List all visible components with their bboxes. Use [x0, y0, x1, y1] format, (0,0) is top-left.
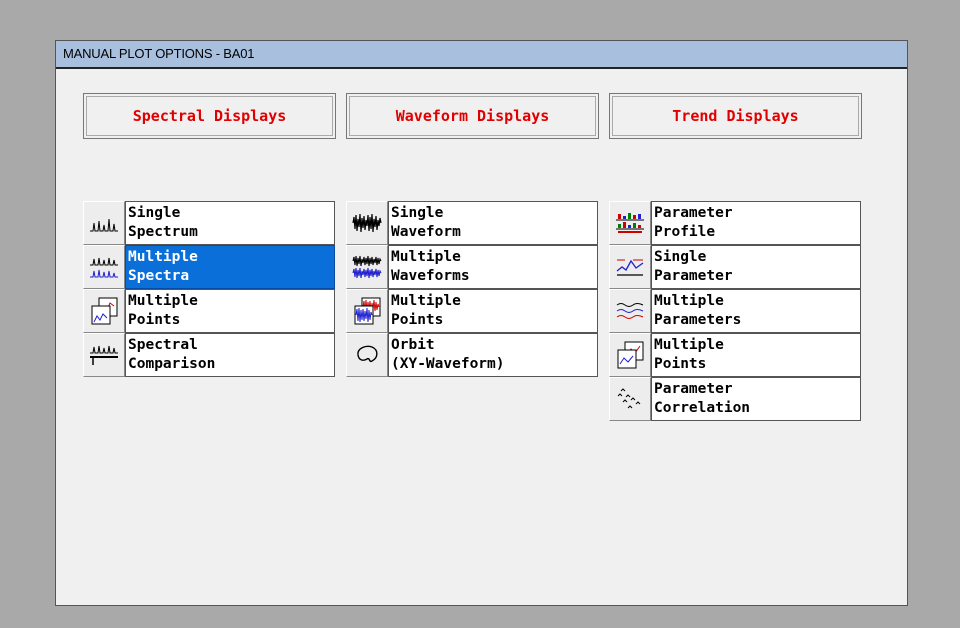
single-parameter-icon	[609, 245, 651, 289]
option-label-line2: Spectra	[128, 268, 190, 284]
plot-options-window: MANUAL PLOT OPTIONS - BA01 Spectral Disp…	[55, 40, 908, 606]
single-waveform-icon	[346, 201, 388, 245]
spectral-multiple-points-option[interactable]: Multiple Points	[83, 289, 335, 333]
window-title: MANUAL PLOT OPTIONS - BA01	[63, 46, 255, 61]
orbit-option[interactable]: Orbit (XY-Waveform)	[346, 333, 598, 377]
option-label-line2: Waveforms	[391, 268, 470, 284]
waveform-displays-button[interactable]: Waveform Displays	[346, 93, 599, 139]
option-label-line1: Multiple	[391, 293, 461, 309]
option-label-line2: Points	[391, 312, 444, 328]
title-bar[interactable]: MANUAL PLOT OPTIONS - BA01	[56, 41, 907, 69]
orbit-icon	[346, 333, 388, 377]
option-label-line1: Single	[128, 205, 181, 221]
multiple-parameters-option[interactable]: Multiple Parameters	[609, 289, 861, 333]
multiple-parameters-icon	[609, 289, 651, 333]
single-waveform-option[interactable]: Single Waveform	[346, 201, 598, 245]
option-label-line2: Correlation	[654, 400, 751, 416]
option-label-line1: Multiple	[391, 249, 461, 265]
option-label-line2: Comparison	[128, 356, 216, 372]
option-label-line2: Parameters	[654, 312, 742, 328]
multiple-waveforms-option[interactable]: Multiple Waveforms	[346, 245, 598, 289]
option-label-line2: Profile	[654, 224, 716, 240]
spectral-comparison-option[interactable]: Spectral Comparison	[83, 333, 335, 377]
multiple-spectra-icon	[83, 245, 125, 289]
option-label-line2: Waveform	[391, 224, 461, 240]
multiple-spectra-option[interactable]: Multiple Spectra	[83, 245, 335, 289]
option-label-line1: Single	[654, 249, 707, 265]
single-parameter-option[interactable]: Single Parameter	[609, 245, 861, 289]
option-label-line1: Spectral	[128, 337, 198, 353]
option-label-line1: Single	[391, 205, 444, 221]
multiple-points-icon	[346, 289, 388, 333]
spectral-comparison-icon	[83, 333, 125, 377]
option-label-line1: Multiple	[654, 293, 724, 309]
option-label-line1: Orbit	[391, 337, 435, 353]
multiple-waveforms-icon	[346, 245, 388, 289]
trend-multiple-points-option[interactable]: Multiple Points	[609, 333, 861, 377]
option-label-line1: Parameter	[654, 381, 733, 397]
option-label-line2: Points	[128, 312, 181, 328]
spectral-displays-button[interactable]: Spectral Displays	[83, 93, 336, 139]
single-spectrum-option[interactable]: Single Spectrum	[83, 201, 335, 245]
single-spectrum-icon	[83, 201, 125, 245]
waveform-multiple-points-option[interactable]: Multiple Points	[346, 289, 598, 333]
option-label-line2: (XY-Waveform)	[391, 356, 505, 372]
option-label-line2: Parameter	[654, 268, 733, 284]
parameter-profile-icon	[609, 201, 651, 245]
option-label-line1: Multiple	[128, 293, 198, 309]
parameter-correlation-option[interactable]: Parameter Correlation	[609, 377, 861, 421]
parameter-correlation-icon	[609, 377, 651, 421]
multiple-points-icon	[609, 333, 651, 377]
parameter-profile-option[interactable]: Parameter Profile	[609, 201, 861, 245]
trend-displays-button[interactable]: Trend Displays	[609, 93, 862, 139]
option-label-line2: Spectrum	[128, 224, 198, 240]
option-label-line1: Multiple	[128, 249, 198, 265]
multiple-points-icon	[83, 289, 125, 333]
option-label-line1: Multiple	[654, 337, 724, 353]
option-label-line1: Parameter	[654, 205, 733, 221]
option-label-line2: Points	[654, 356, 707, 372]
